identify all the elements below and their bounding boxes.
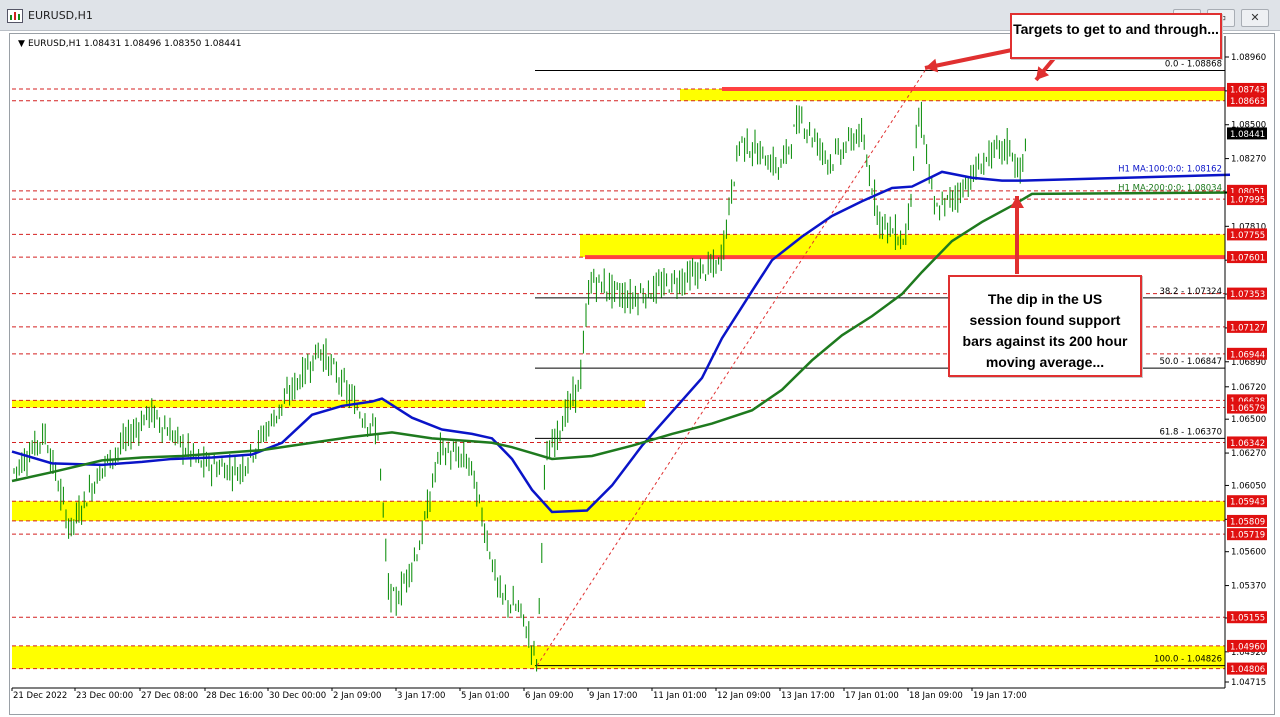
y-tick-label: 1.06270 — [1231, 449, 1266, 459]
support-zone-3 — [12, 501, 1225, 521]
terminal-window: EURUSD,H1 – ▭ ✕ 0.0 - 1.0886838.2 - 1.07… — [0, 0, 1280, 717]
x-tick-label: 13 Jan 17:00 — [781, 691, 835, 701]
x-tick-label: 27 Dec 08:00 — [141, 691, 198, 701]
ma200-label: H1 MA:200:0:0: 1.08034 — [1118, 183, 1222, 193]
y-tick-label: 1.05370 — [1231, 582, 1266, 592]
fib-label-38.2: 38.2 - 1.07324 — [1159, 287, 1222, 297]
price-tag-label: 1.07601 — [1230, 254, 1265, 264]
price-tag-label: 1.05719 — [1230, 531, 1265, 541]
x-tick-label: 2 Jan 09:00 — [333, 691, 381, 701]
support-zones — [12, 88, 1225, 669]
y-tick-label: 1.08960 — [1231, 53, 1266, 63]
price-tag-label: 1.07755 — [1230, 231, 1265, 241]
y-tick-label: 1.06500 — [1231, 415, 1266, 425]
candles — [13, 101, 1026, 672]
chart-header-ohlc: EURUSD,H1 1.08431 1.08496 1.08350 1.0844… — [28, 39, 241, 49]
price-tag-label: 1.06579 — [1230, 404, 1265, 414]
fib-label-50.0: 50.0 - 1.06847 — [1159, 357, 1222, 367]
price-tag-label: 1.07127 — [1230, 323, 1265, 333]
targets-annotation: Targets to get to and through... — [1010, 13, 1222, 59]
x-tick-label: 11 Jan 01:00 — [653, 691, 707, 701]
x-tick-label: 17 Jan 01:00 — [845, 691, 899, 701]
x-tick-label: 21 Dec 2022 — [13, 691, 67, 701]
dip-annotation: The dip in the US session found support … — [948, 275, 1142, 377]
support-zone-1 — [580, 234, 1225, 258]
fib-label-0.0: 0.0 - 1.08868 — [1165, 60, 1222, 70]
y-tick-label: 1.08270 — [1231, 155, 1266, 165]
collapse-marker[interactable]: ▼ — [18, 39, 25, 49]
x-tick-label: 12 Jan 09:00 — [717, 691, 771, 701]
x-tick-label: 9 Jan 17:00 — [589, 691, 637, 701]
price-tag-label: 1.05809 — [1230, 517, 1265, 527]
x-tick-label: 6 Jan 09:00 — [525, 691, 573, 701]
price-tag-label: 1.04960 — [1230, 642, 1265, 652]
price-axis: 1.089601.087301.085001.082701.080401.078… — [1224, 36, 1267, 688]
fib-label-61.8: 61.8 - 1.06370 — [1159, 427, 1222, 437]
y-tick-label: 1.06050 — [1231, 481, 1266, 491]
ma100-label: H1 MA:100:0:0: 1.08162 — [1118, 164, 1222, 174]
price-tag-label: 1.04806 — [1230, 665, 1265, 675]
price-tag-label: 1.07353 — [1230, 290, 1265, 300]
x-tick-label: 18 Jan 09:00 — [909, 691, 963, 701]
price-tag-label: 1.05943 — [1230, 498, 1265, 508]
price-tag-label: 1.06342 — [1230, 439, 1265, 449]
y-tick-label: 1.04715 — [1231, 678, 1266, 688]
price-tag-label: 1.08743 — [1230, 85, 1265, 95]
price-tag-label: 1.08663 — [1230, 97, 1265, 107]
current-price-label: 1.08441 — [1230, 130, 1265, 140]
arrow-to-high — [924, 48, 1013, 70]
x-tick-label: 30 Dec 00:00 — [269, 691, 326, 701]
x-tick-label: 3 Jan 17:00 — [397, 691, 445, 701]
price-tag-label: 1.05155 — [1230, 614, 1265, 624]
price-tag-label: 1.07995 — [1230, 196, 1265, 206]
y-tick-label: 1.05600 — [1231, 548, 1266, 558]
level-lines — [12, 86, 1225, 670]
time-axis: 21 Dec 2022 23 Dec 00:00 27 Dec 08:00 28 De… — [11, 687, 1225, 701]
x-tick-label: 19 Jan 17:00 — [973, 691, 1027, 701]
x-tick-label: 23 Dec 00:00 — [76, 691, 133, 701]
x-tick-label: 5 Jan 01:00 — [461, 691, 509, 701]
y-tick-label: 1.06720 — [1231, 383, 1266, 393]
arrow-to-ma200-head — [1010, 196, 1024, 208]
price-tag-label: 1.06944 — [1230, 350, 1265, 360]
x-tick-label: 28 Dec 16:00 — [206, 691, 263, 701]
fib-label-100.0: 100.0 - 1.04826 — [1154, 655, 1222, 665]
support-zone-2 — [12, 400, 645, 408]
